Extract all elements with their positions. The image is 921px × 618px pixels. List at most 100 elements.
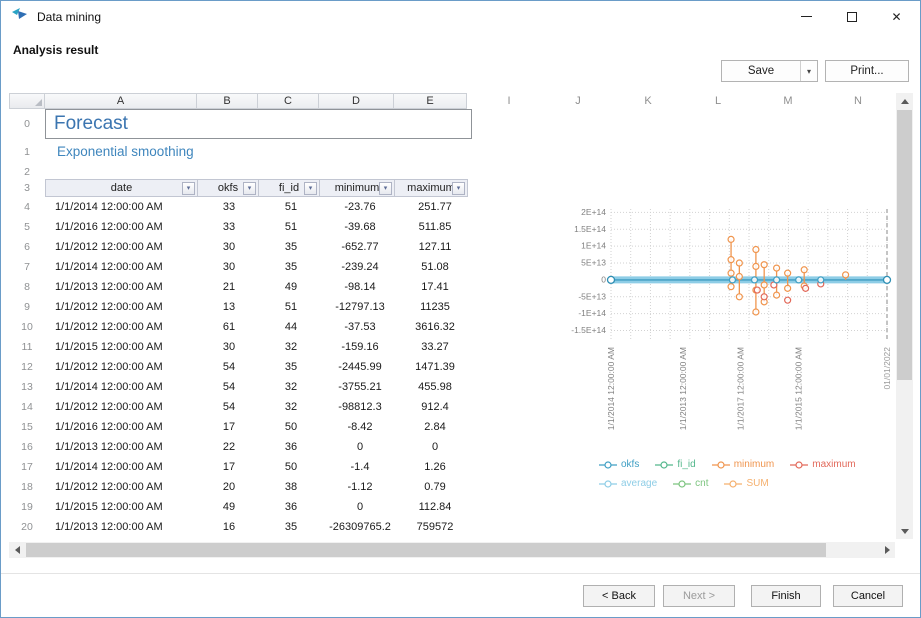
maximize-button[interactable] <box>829 1 874 32</box>
row-number[interactable]: 3 <box>9 179 45 197</box>
row-number[interactable]: 9 <box>9 297 45 317</box>
cell[interactable]: 32 <box>260 397 322 417</box>
cell[interactable]: 51 <box>260 197 322 217</box>
cell[interactable]: 1/1/2012 12:00:00 AM <box>45 297 198 317</box>
row-number[interactable]: 10 <box>9 317 45 337</box>
scroll-right-button[interactable] <box>879 542 895 558</box>
cell[interactable]: 30 <box>198 337 260 357</box>
cell[interactable]: -1.4 <box>322 457 398 477</box>
cell[interactable]: 17 <box>198 457 260 477</box>
cell[interactable]: -8.42 <box>322 417 398 437</box>
cell[interactable]: 30 <box>198 257 260 277</box>
cell[interactable]: 49 <box>198 497 260 517</box>
row-number[interactable]: 14 <box>9 397 45 417</box>
cell[interactable]: 38 <box>260 477 322 497</box>
cell[interactable]: -98.14 <box>322 277 398 297</box>
cell[interactable]: 1/1/2013 12:00:00 AM <box>45 437 198 457</box>
cell[interactable]: 44 <box>260 317 322 337</box>
cancel-button[interactable]: Cancel <box>833 585 903 607</box>
scroll-down-button[interactable] <box>896 523 913 539</box>
cell[interactable]: 35 <box>260 257 322 277</box>
cell[interactable]: 1/1/2015 12:00:00 AM <box>45 337 198 357</box>
cell[interactable]: 127.11 <box>398 237 472 257</box>
row-number[interactable]: 2 <box>9 164 45 179</box>
filter-dropdown-button[interactable]: ▾ <box>452 182 465 195</box>
cell[interactable]: 1/1/2014 12:00:00 AM <box>45 377 198 397</box>
row-number[interactable]: 4 <box>9 197 45 217</box>
row-number[interactable]: 7 <box>9 257 45 277</box>
cell[interactable]: -37.53 <box>322 317 398 337</box>
cell[interactable]: -26309765.2 <box>322 517 398 537</box>
cell[interactable]: 32 <box>260 377 322 397</box>
cell[interactable]: -2445.99 <box>322 357 398 377</box>
title-cell[interactable]: Forecast <box>45 109 472 139</box>
row-number[interactable]: 16 <box>9 437 45 457</box>
scroll-up-button[interactable] <box>896 93 913 109</box>
row-number[interactable]: 0 <box>9 109 45 139</box>
titlebar[interactable]: Data mining ✕ <box>1 1 920 32</box>
cell[interactable]: 30 <box>198 237 260 257</box>
cell[interactable]: 51 <box>260 217 322 237</box>
cell[interactable]: 35 <box>260 357 322 377</box>
cell[interactable]: 17 <box>198 417 260 437</box>
cell[interactable]: 1/1/2014 12:00:00 AM <box>45 197 198 217</box>
cell[interactable]: 1/1/2016 12:00:00 AM <box>45 217 198 237</box>
cell[interactable]: 1/1/2012 12:00:00 AM <box>45 237 198 257</box>
cell[interactable]: 13 <box>198 297 260 317</box>
cell[interactable]: 511.85 <box>398 217 472 237</box>
filter-dropdown-button[interactable]: ▾ <box>243 182 256 195</box>
cell[interactable]: 0.79 <box>398 477 472 497</box>
row-number[interactable]: 18 <box>9 477 45 497</box>
cell[interactable]: -12797.13 <box>322 297 398 317</box>
cell[interactable]: -3755.21 <box>322 377 398 397</box>
filter-dropdown-button[interactable]: ▾ <box>379 182 392 195</box>
cell[interactable]: 21 <box>198 277 260 297</box>
cell[interactable]: 1/1/2012 12:00:00 AM <box>45 397 198 417</box>
cell[interactable]: 455.98 <box>398 377 472 397</box>
subtitle-cell[interactable]: Exponential smoothing <box>45 139 194 164</box>
row-number[interactable]: 13 <box>9 377 45 397</box>
row-number[interactable]: 19 <box>9 497 45 517</box>
cell[interactable]: 251.77 <box>398 197 472 217</box>
cell[interactable]: 54 <box>198 377 260 397</box>
cell[interactable]: -98812.3 <box>322 397 398 417</box>
cell[interactable]: 17.41 <box>398 277 472 297</box>
cell[interactable]: 11235 <box>398 297 472 317</box>
close-button[interactable]: ✕ <box>874 1 919 32</box>
row-number[interactable]: 12 <box>9 357 45 377</box>
save-button-label[interactable]: Save <box>722 61 800 81</box>
cell[interactable]: 1/1/2012 12:00:00 AM <box>45 317 198 337</box>
cell[interactable]: 33.27 <box>398 337 472 357</box>
cell[interactable]: -239.24 <box>322 257 398 277</box>
column-header-A[interactable]: A <box>44 93 197 109</box>
cell[interactable]: 35 <box>260 517 322 537</box>
column-header-B[interactable]: B <box>196 93 258 109</box>
cell[interactable]: 112.84 <box>398 497 472 517</box>
cell[interactable]: 1.26 <box>398 457 472 477</box>
cell[interactable]: 912.4 <box>398 397 472 417</box>
select-all-corner[interactable] <box>9 93 45 109</box>
cell[interactable]: 1/1/2016 12:00:00 AM <box>45 417 198 437</box>
cell[interactable]: -159.16 <box>322 337 398 357</box>
minimize-button[interactable] <box>784 1 829 32</box>
next-button[interactable]: Next > <box>663 585 735 607</box>
cell[interactable]: 0 <box>398 437 472 457</box>
scroll-left-button[interactable] <box>9 542 25 558</box>
cell[interactable]: 50 <box>260 457 322 477</box>
cell[interactable]: 32 <box>260 337 322 357</box>
cell[interactable]: 54 <box>198 357 260 377</box>
print-button[interactable]: Print... <box>825 60 909 82</box>
finish-button[interactable]: Finish <box>751 585 821 607</box>
cell[interactable]: 22 <box>198 437 260 457</box>
cell[interactable]: 54 <box>198 397 260 417</box>
column-header-D[interactable]: D <box>318 93 394 109</box>
cell[interactable]: 1/1/2012 12:00:00 AM <box>45 477 198 497</box>
cell[interactable]: 1/1/2014 12:00:00 AM <box>45 257 198 277</box>
cell[interactable]: 1/1/2014 12:00:00 AM <box>45 457 198 477</box>
column-header-C[interactable]: C <box>257 93 319 109</box>
cell[interactable]: 1/1/2013 12:00:00 AM <box>45 277 198 297</box>
row-number[interactable]: 1 <box>9 139 45 164</box>
cell[interactable]: 61 <box>198 317 260 337</box>
cell[interactable]: 20 <box>198 477 260 497</box>
cell[interactable]: 35 <box>260 237 322 257</box>
